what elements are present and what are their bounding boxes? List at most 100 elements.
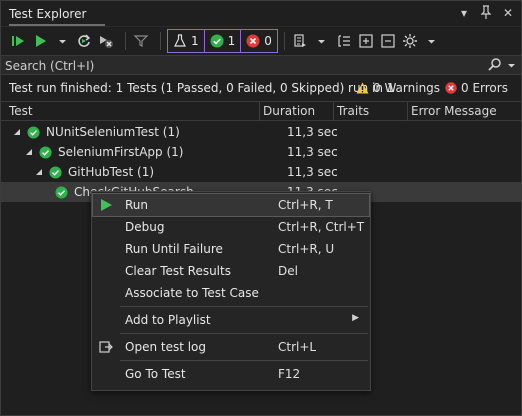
flask-icon: [174, 34, 186, 47]
column-header-error-message[interactable]: Error Message: [411, 104, 497, 118]
gear-icon: [402, 34, 417, 48]
menu-item-associate-to-test-case[interactable]: Associate to Test Case: [93, 282, 369, 304]
playlist-button[interactable]: [291, 30, 309, 52]
menu-item-clear-test-results[interactable]: Clear Test Results Del: [93, 260, 369, 282]
duration-cell: 11,3 sec: [287, 165, 338, 179]
window-title: Test Explorer: [9, 7, 87, 21]
warnings-indicator[interactable]: 0 Warnings: [356, 81, 440, 95]
tree-row[interactable]: NUnitSeleniumTest (1) 11,3 sec: [1, 122, 521, 142]
cancel-icon: [100, 36, 113, 48]
window-position-dropdown-icon[interactable]: ▾: [457, 5, 471, 23]
chevron-down-icon: [428, 40, 436, 44]
warnings-count: 0 Warnings: [373, 81, 441, 95]
menu-item-label: Run Until Failure: [125, 242, 223, 256]
toolbar: 1 1 0: [1, 27, 521, 55]
repeat-last-run-button[interactable]: [75, 30, 93, 52]
search-actions: [488, 57, 515, 76]
close-icon[interactable]: ✕: [501, 5, 515, 23]
tree-node-label: GitHubTest (1): [68, 165, 155, 179]
passed-tests-filter[interactable]: 1: [205, 30, 242, 52]
duration-cell: 11,3 sec: [287, 125, 338, 139]
search-icon[interactable]: [488, 57, 502, 76]
search-bar: [1, 55, 521, 75]
tree-row[interactable]: SeleniumFirstApp (1) 11,3 sec: [1, 142, 521, 162]
toolbar-separator: [160, 32, 161, 50]
filter-icon: [133, 35, 149, 47]
tree-node-label: NUnitSeleniumTest (1): [46, 125, 180, 139]
failed-tests-filter[interactable]: 0: [241, 30, 277, 52]
expanded-arrow-icon[interactable]: [35, 168, 43, 176]
chevron-down-icon: [318, 40, 326, 44]
menu-item-go-to-test[interactable]: Go To Test F12: [93, 363, 369, 385]
column-resize-handle[interactable]: [259, 102, 260, 121]
menu-item-shortcut: Ctrl+R, Ctrl+T: [278, 220, 365, 234]
duration-cell: 11,3 sec: [287, 145, 338, 159]
menu-item-run-until-failure[interactable]: Run Until Failure Ctrl+R, U: [93, 238, 369, 260]
passed-count: 1: [227, 34, 236, 48]
menu-item-open-test-log[interactable]: Open test log Ctrl+L: [93, 336, 369, 358]
playlist-dropdown-button[interactable]: [313, 30, 331, 52]
menu-separator: [120, 360, 368, 361]
expanded-arrow-icon[interactable]: [13, 128, 21, 136]
submenu-arrow-icon: ▶: [352, 313, 359, 323]
search-input[interactable]: [5, 57, 475, 74]
run-dropdown-button[interactable]: [53, 30, 71, 52]
errors-indicator[interactable]: 0 Errors: [445, 81, 508, 95]
expanded-arrow-icon[interactable]: [25, 148, 33, 156]
total-tests-filter[interactable]: 1: [168, 30, 205, 52]
tree-node-label: SeleniumFirstApp (1): [58, 145, 184, 159]
menu-item-label: Associate to Test Case: [125, 286, 259, 300]
menu-item-label: Run: [125, 198, 149, 212]
run-status-bar: Test run finished: 1 Tests (1 Passed, 0 …: [1, 77, 521, 99]
settings-dropdown-button[interactable]: [423, 30, 441, 52]
menu-separator: [120, 333, 368, 334]
column-header-duration[interactable]: Duration: [263, 104, 315, 118]
errors-count: 0 Errors: [461, 81, 508, 95]
test-grid-header: Test Duration Traits Error Message: [1, 101, 521, 121]
toolbar-separator: [125, 32, 126, 50]
column-resize-handle[interactable]: [407, 102, 408, 121]
chevron-down-icon: [58, 40, 66, 44]
menu-item-run[interactable]: Run Ctrl+R, T: [92, 193, 370, 217]
menu-item-shortcut: Ctrl+R, U: [278, 242, 335, 256]
passed-icon: [27, 125, 40, 139]
title-underline: [9, 24, 105, 26]
menu-item-shortcut: Ctrl+R, T: [278, 198, 333, 212]
warning-icon: [356, 82, 369, 94]
error-icon: [445, 82, 457, 94]
failed-icon: [246, 34, 260, 48]
collapse-all-icon: [381, 34, 395, 48]
context-menu: Run Ctrl+R, T Debug Ctrl+R, Ctrl+T Run U…: [91, 191, 371, 391]
passed-icon: [49, 165, 62, 179]
tree-row[interactable]: GitHubTest (1) 11,3 sec: [1, 162, 521, 182]
run-all-button[interactable]: [9, 30, 27, 52]
run-icon: [36, 35, 46, 47]
menu-item-debug[interactable]: Debug Ctrl+R, Ctrl+T: [93, 216, 369, 238]
total-count: 1: [191, 34, 199, 48]
run-summary: Test run finished: 1 Tests (1 Passed, 0 …: [9, 81, 395, 95]
column-resize-handle[interactable]: [333, 102, 334, 121]
group-by-button[interactable]: [335, 30, 353, 52]
outcome-filter-group: 1 1 0: [167, 29, 278, 53]
menu-item-shortcut: Ctrl+L: [278, 340, 317, 354]
run-icon: [101, 199, 112, 211]
settings-button[interactable]: [401, 30, 419, 52]
menu-item-add-to-playlist[interactable]: Add to Playlist ▶: [93, 309, 369, 331]
column-header-traits[interactable]: Traits: [337, 104, 369, 118]
expand-all-button[interactable]: [357, 30, 375, 52]
tree-node: SeleniumFirstApp (1): [25, 145, 183, 159]
filter-button[interactable]: [132, 30, 150, 52]
menu-item-label: Open test log: [125, 340, 207, 354]
passed-icon: [210, 34, 224, 48]
tree-node: NUnitSeleniumTest (1): [13, 125, 180, 139]
cancel-run-button[interactable]: [97, 30, 115, 52]
expand-all-icon: [359, 34, 373, 48]
menu-item-label: Clear Test Results: [125, 264, 231, 278]
search-options-icon[interactable]: [508, 57, 515, 76]
collapse-all-button[interactable]: [379, 30, 397, 52]
run-button[interactable]: [31, 30, 49, 52]
column-header-test[interactable]: Test: [9, 104, 33, 118]
passed-icon: [55, 185, 68, 199]
pin-icon[interactable]: [479, 5, 493, 23]
failed-count: 0: [264, 34, 272, 48]
